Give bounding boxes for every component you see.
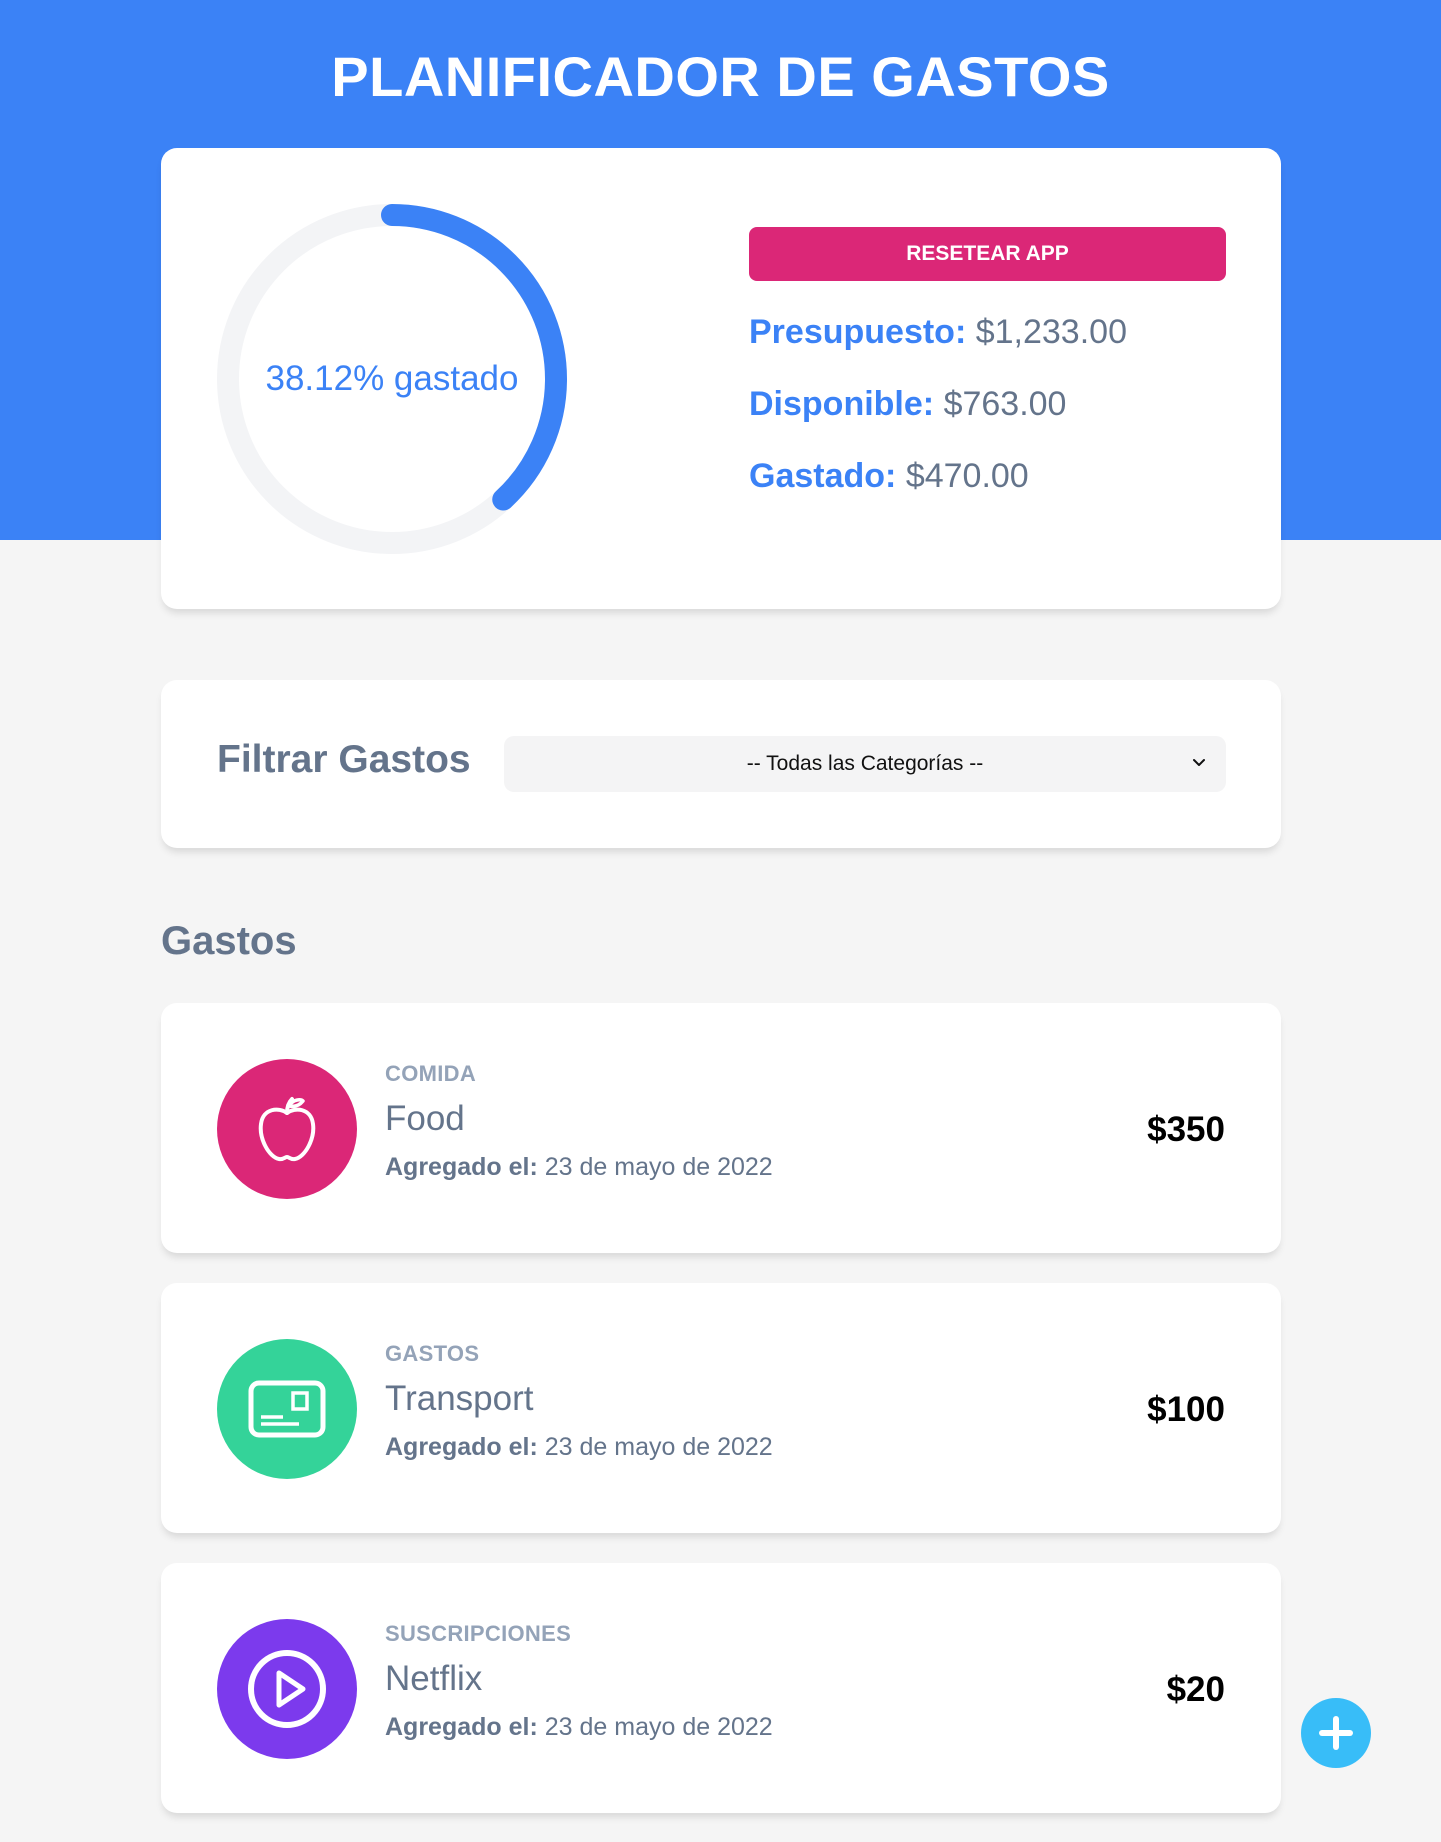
expense-category: COMIDA	[385, 1061, 477, 1086]
reset-app-button[interactable]: RESETEAR APP	[749, 227, 1226, 281]
available-label: Disponible:	[749, 385, 935, 423]
expense-name: Transport	[385, 1379, 534, 1418]
category-filter-select[interactable]: -- Todas las Categorías --	[504, 736, 1226, 792]
expense-date-label: Agregado el:	[385, 1713, 538, 1741]
expense-date-value: 23 de mayo de 2022	[544, 1713, 773, 1741]
budget-label: Presupuesto:	[749, 313, 967, 351]
expense-name: Food	[385, 1099, 465, 1138]
expense-date: Agregado el: 23 de mayo de 2022	[385, 1153, 773, 1182]
filter-selected-value: -- Todas las Categorías --	[746, 752, 984, 775]
available-value: $763.00	[943, 385, 1067, 423]
expense-category: SUSCRIPCIONES	[385, 1621, 572, 1646]
spent-label: Gastado:	[749, 457, 897, 495]
progress-donut: 38.12% gastado	[217, 204, 567, 554]
expense-icon-circle	[217, 1059, 357, 1199]
budget-stat: Presupuesto: $1,233.00	[749, 313, 1127, 352]
expense-amount: $20	[1166, 1670, 1225, 1709]
expense-icon-circle	[217, 1619, 357, 1759]
expense-amount: $100	[1147, 1390, 1225, 1429]
filter-card: Filtrar Gastos -- Todas las Categorías -…	[161, 680, 1281, 848]
spent-stat: Gastado: $470.00	[749, 457, 1029, 496]
play-icon	[248, 1650, 326, 1728]
expense-icon-circle	[217, 1339, 357, 1479]
apple-icon	[258, 1097, 316, 1162]
expense-item[interactable]: GASTOS Transport Agregado el: 23 de mayo…	[161, 1283, 1281, 1533]
expense-name: Netflix	[385, 1659, 483, 1698]
expense-item[interactable]: COMIDA Food Agregado el: 23 de mayo de 2…	[161, 1003, 1281, 1253]
card-icon	[248, 1380, 326, 1438]
expense-category: GASTOS	[385, 1341, 480, 1366]
expense-date-label: Agregado el:	[385, 1433, 538, 1461]
budget-value: $1,233.00	[975, 313, 1127, 351]
app-title: PLANIFICADOR DE GASTOS	[331, 45, 1110, 108]
budget-card: 38.12% gastado RESETEAR APP Presupuesto:…	[161, 148, 1281, 609]
expense-date-label: Agregado el:	[385, 1153, 538, 1181]
chevron-down-icon	[1193, 759, 1205, 766]
expense-date: Agregado el: 23 de mayo de 2022	[385, 1713, 773, 1742]
available-stat: Disponible: $763.00	[749, 385, 1066, 424]
expense-amount: $350	[1147, 1110, 1225, 1149]
add-expense-button[interactable]	[1301, 1698, 1371, 1768]
expense-date-value: 23 de mayo de 2022	[544, 1153, 773, 1181]
plus-icon	[1319, 1716, 1353, 1750]
filter-label: Filtrar Gastos	[217, 738, 471, 781]
spent-value: $470.00	[905, 457, 1029, 495]
progress-label: 38.12% gastado	[265, 359, 519, 398]
expenses-section-title: Gastos	[161, 919, 297, 963]
expense-date: Agregado el: 23 de mayo de 2022	[385, 1433, 773, 1462]
expense-date-value: 23 de mayo de 2022	[544, 1433, 773, 1461]
expense-item[interactable]: SUSCRIPCIONES Netflix Agregado el: 23 de…	[161, 1563, 1281, 1813]
